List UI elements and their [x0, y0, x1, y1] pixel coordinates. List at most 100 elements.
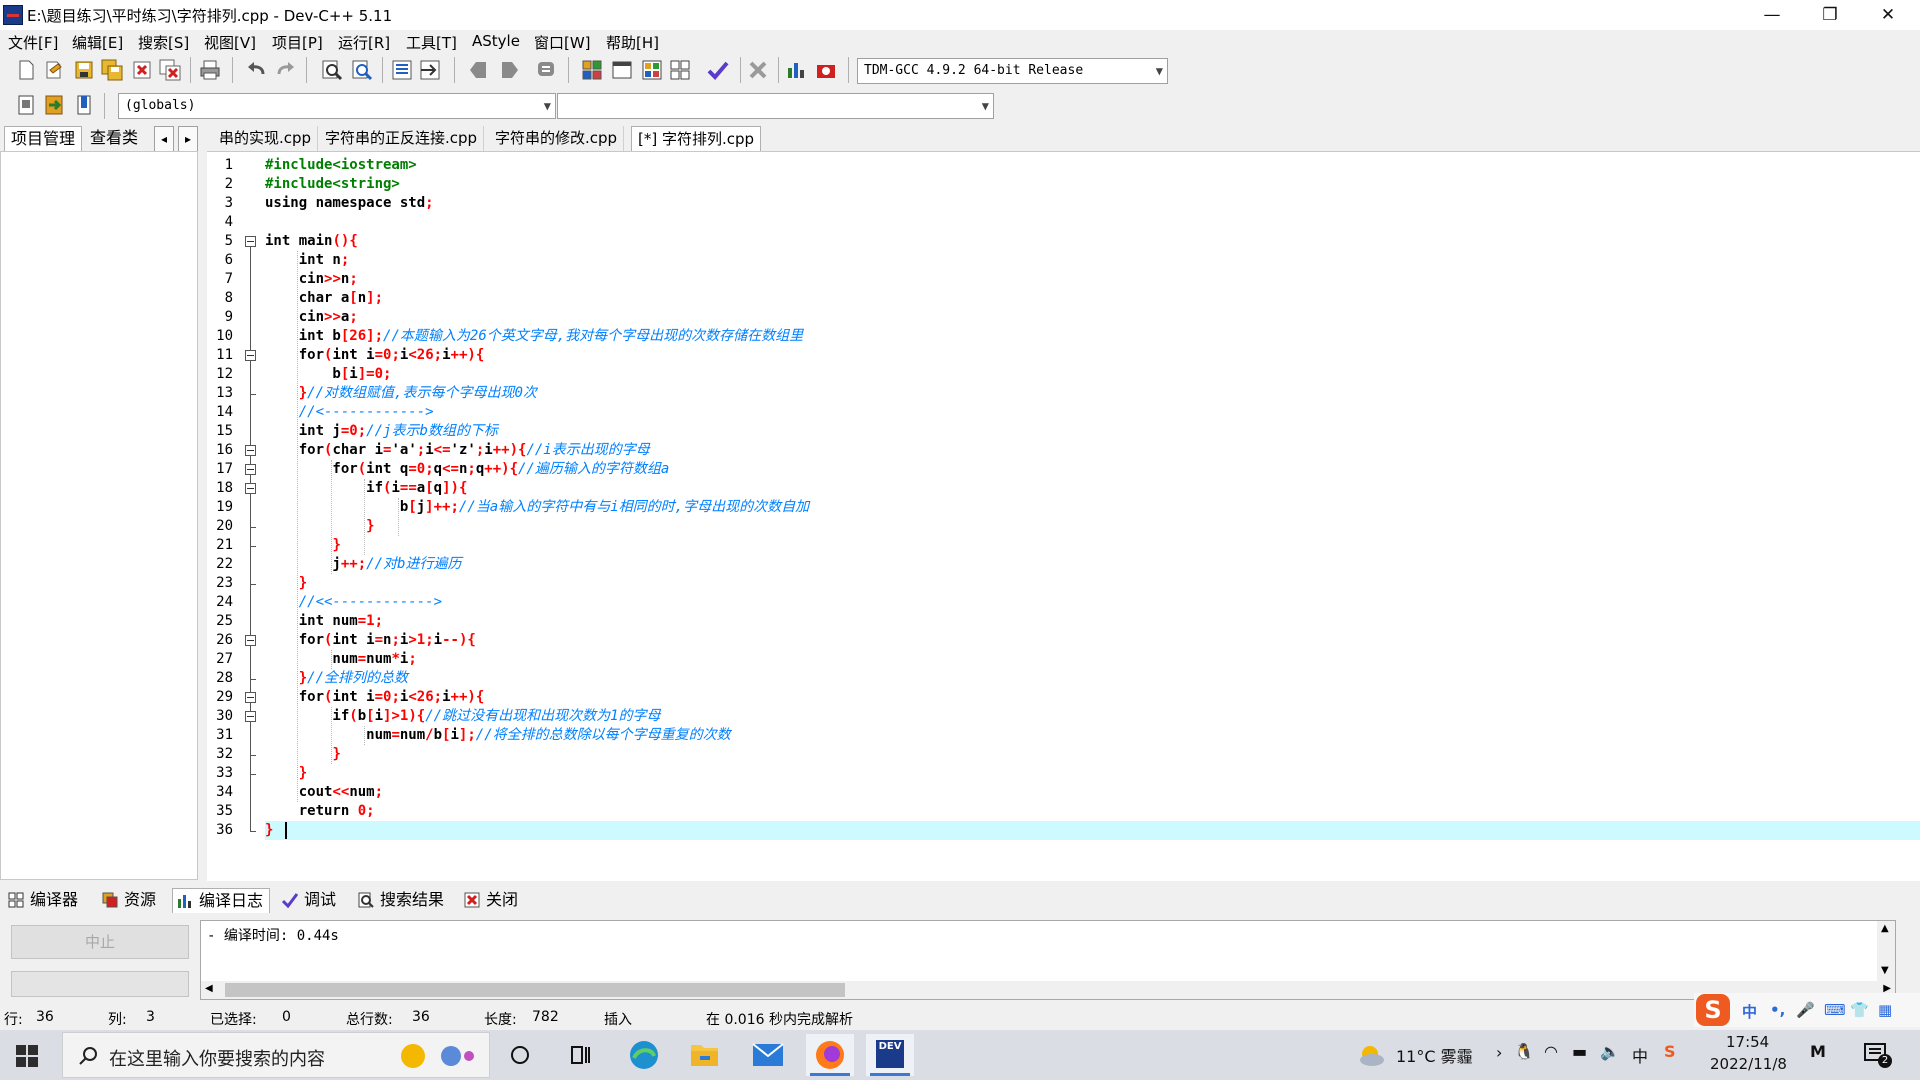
battery-icon[interactable]: ▬ [1572, 1042, 1587, 1061]
compiler-select[interactable]: TDM-GCC 4.9.2 64-bit Release ▼ [857, 58, 1168, 84]
sogou-logo[interactable]: S [1696, 994, 1730, 1026]
code-line[interactable]: cout<<num; [265, 783, 383, 802]
code-line[interactable]: for(char i='a';i<='z';i++){//i表示出现的字母 [265, 441, 650, 460]
tab-file-1[interactable]: 串的实现.cpp [213, 126, 319, 151]
code-line[interactable]: } [265, 821, 1920, 840]
code-line[interactable]: //<------------> [265, 403, 434, 422]
open-file-icon[interactable] [42, 58, 66, 82]
code-line[interactable]: num=num/b[i];//将全排的总数除以每个字母重复的次数 [265, 726, 731, 745]
code-line[interactable]: int num=1; [265, 612, 383, 631]
menu-view[interactable]: 视图[V] [204, 32, 256, 53]
save-all-icon[interactable] [100, 58, 124, 82]
code-line[interactable]: using namespace std; [265, 194, 434, 213]
weather-text[interactable]: 11°C 雾霾 [1396, 1043, 1473, 1067]
wifi-icon[interactable]: ◠ [1544, 1042, 1558, 1061]
menu-project[interactable]: 项目[P] [272, 32, 323, 53]
scroll-thumb[interactable] [225, 983, 845, 997]
profile-icon[interactable] [814, 58, 838, 82]
goto-icon[interactable] [42, 93, 66, 117]
scroll-up-icon[interactable]: ▲ [1881, 923, 1889, 934]
close-file-icon[interactable] [130, 58, 154, 82]
fold-toggle-icon[interactable] [245, 445, 256, 456]
code-line[interactable]: cin>>a; [265, 308, 358, 327]
replace-icon[interactable] [350, 58, 374, 82]
code-line[interactable]: int b[26];//本题输入为26个英文字母,我对每个字母出现的次数存储在数… [265, 327, 803, 346]
clock-date[interactable]: 2022/11/8 [1710, 1055, 1787, 1073]
code-line[interactable]: #include<iostream> [265, 156, 417, 175]
code-line[interactable]: for(int q=0;q<=n;q++){//遍历输入的字符数组a [265, 460, 669, 479]
tab-classes[interactable]: 查看类 [84, 126, 144, 150]
fold-toggle-icon[interactable] [245, 692, 256, 703]
file-explorer-icon[interactable] [680, 1034, 728, 1076]
code-line[interactable]: #include<string> [265, 175, 400, 194]
code-line[interactable]: b[i]=0; [265, 365, 391, 384]
chevron-up-icon[interactable]: › [1496, 1043, 1502, 1062]
fold-toggle-icon[interactable] [245, 464, 256, 475]
undo-icon[interactable] [244, 58, 268, 82]
scroll-down-icon[interactable]: ▼ [1881, 965, 1889, 976]
chart-icon[interactable] [784, 58, 808, 82]
close-button[interactable]: ✕ [1859, 0, 1917, 30]
windows-start-icon[interactable] [16, 1045, 38, 1067]
code-line[interactable]: }//全排列的总数 [265, 669, 408, 688]
code-line[interactable]: int j=0;//j表示b数组的下标 [265, 422, 498, 441]
edge-browser-icon[interactable] [620, 1034, 668, 1076]
minimize-button[interactable]: — [1743, 0, 1801, 30]
tab-file-2[interactable]: 字符串的正反连接.cpp [319, 126, 485, 151]
taskbar-search-box[interactable]: 在这里输入你要搜索的内容 [62, 1032, 490, 1078]
mail-icon[interactable] [744, 1034, 792, 1076]
member-select[interactable]: ▼ [557, 93, 994, 119]
bookmark-icon[interactable] [72, 93, 96, 117]
task-view-icon[interactable] [556, 1034, 604, 1076]
code-line[interactable]: } [265, 745, 340, 764]
menu-tools[interactable]: 工具[T] [406, 32, 457, 53]
skin-icon[interactable]: 👕 [1850, 1001, 1869, 1019]
tray-ime-lang[interactable]: 中 [1632, 1043, 1648, 1067]
check-syntax-icon[interactable] [706, 58, 730, 82]
tab-resources[interactable]: 资源 [98, 888, 162, 912]
code-line[interactable]: for(int i=0;i<26;i++){ [265, 688, 485, 707]
save-icon[interactable] [72, 58, 96, 82]
code-line[interactable]: return 0; [265, 802, 375, 821]
insert-icon[interactable] [14, 93, 38, 117]
restore-button[interactable]: ❐ [1801, 0, 1859, 30]
ime-toolbar[interactable]: S 中 •, 🎤 ⌨ 👕 ▦ [1694, 993, 1920, 1027]
tab-close[interactable]: 关闭 [460, 888, 524, 912]
qq-icon[interactable]: 🐧 [1514, 1042, 1534, 1061]
ime-lang[interactable]: 中 [1742, 1001, 1757, 1022]
tab-file-3[interactable]: 字符串的修改.cpp [489, 126, 625, 151]
tab-scroll-right[interactable]: ▸ [178, 126, 198, 152]
code-line[interactable]: //<<------------> [265, 593, 442, 612]
code-line[interactable]: b[j]++;//当a输入的字符中有与i相同的时,字母出现的次数自加 [265, 498, 809, 517]
punctuation-icon[interactable]: •, [1770, 1001, 1785, 1019]
log-horizontal-scrollbar[interactable]: ◀ ▶ [201, 981, 1895, 999]
project-panel[interactable] [0, 151, 198, 880]
menu-file[interactable]: 文件[F] [8, 32, 58, 53]
code-line[interactable]: } [265, 536, 340, 555]
menu-astyle[interactable]: AStyle [472, 32, 520, 50]
compile-log[interactable]: - 编译时间: 0.44s ▲ ▼ ◀ ▶ [200, 920, 1896, 1000]
comment-icon[interactable] [534, 58, 558, 82]
toolbox-icon[interactable]: ▦ [1878, 1001, 1892, 1019]
fold-toggle-icon[interactable] [245, 635, 256, 646]
code-line[interactable]: if(i==a[q]){ [265, 479, 467, 498]
code-line[interactable]: if(b[i]>1){//跳过没有出现和出现次数为1的字母 [265, 707, 660, 726]
stop-execution-icon[interactable] [746, 58, 770, 82]
code-line[interactable]: cin>>n; [265, 270, 358, 289]
firefox-icon[interactable] [806, 1034, 854, 1076]
cortana-icon[interactable] [496, 1034, 544, 1076]
code-line[interactable]: j++;//对b进行遍历 [265, 555, 461, 574]
close-all-icon[interactable] [158, 58, 182, 82]
fold-toggle-icon[interactable] [245, 350, 256, 361]
weather-cloud-icon[interactable] [1356, 1040, 1386, 1070]
code-line[interactable]: int n; [265, 251, 350, 270]
scope-select[interactable]: (globals) ▼ [118, 93, 556, 119]
unindent-icon[interactable] [418, 58, 442, 82]
code-line[interactable]: } [265, 517, 374, 536]
scroll-left-icon[interactable]: ◀ [205, 983, 213, 994]
code-line[interactable]: for(int i=0;i<26;i++){ [265, 346, 485, 365]
code-line[interactable]: }//对数组赋值,表示每个字母出现0次 [265, 384, 537, 403]
tab-scroll-left[interactable]: ◂ [154, 126, 174, 152]
tab-search-results[interactable]: 搜索结果 [354, 888, 450, 912]
tab-compiler[interactable]: 编译器 [4, 888, 84, 912]
